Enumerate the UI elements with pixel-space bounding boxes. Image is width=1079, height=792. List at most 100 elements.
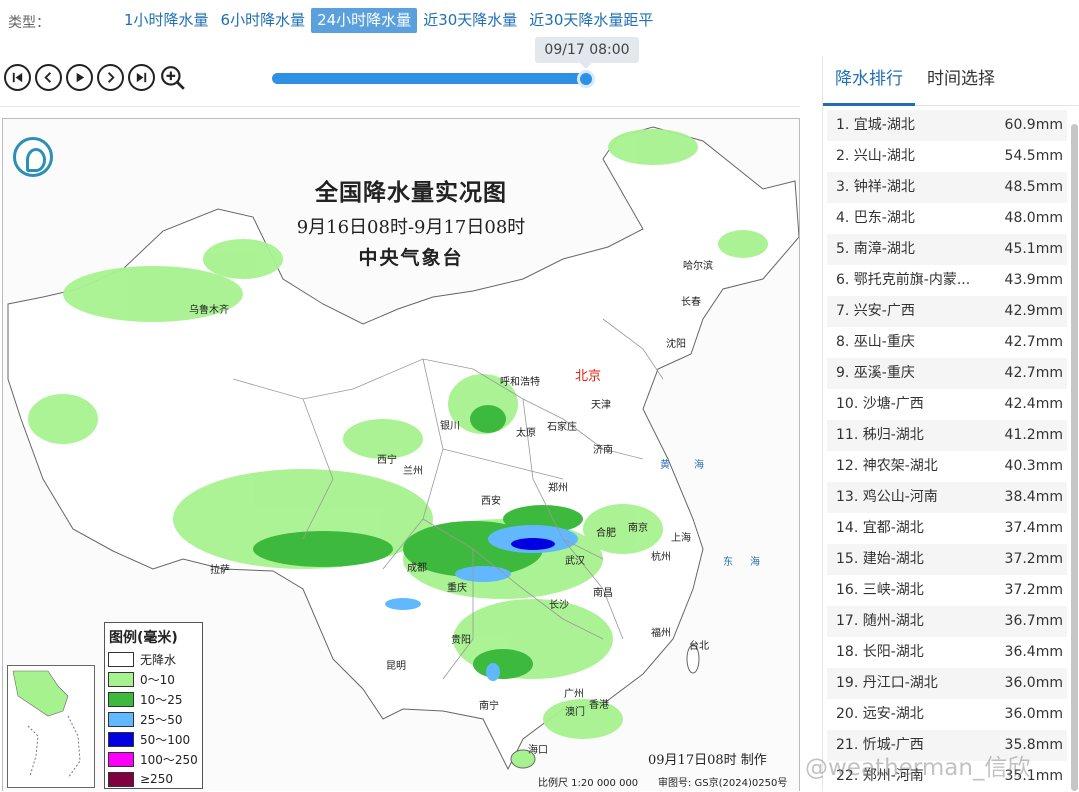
station-name: 20. 远安-湖北 — [836, 706, 924, 722]
ranking-row[interactable]: 6. 鄂托克前旗-内蒙... 43.9mm — [827, 265, 1067, 296]
map-title-block: 全国降水量实况图 9月16日08时-9月17日08时 中央气象台 — [283, 173, 539, 270]
ranking-row[interactable]: 7. 兴安-广西 42.9mm — [827, 296, 1067, 327]
cma-logo-icon — [13, 137, 53, 177]
ranking-row[interactable]: 14. 宜都-湖北 37.4mm — [827, 513, 1067, 544]
precip-value: 48.5mm — [1004, 179, 1063, 195]
legend-item: 0～10 — [105, 669, 202, 689]
play-icon[interactable] — [66, 64, 93, 91]
previous-icon[interactable] — [35, 64, 62, 91]
city-label: 拉萨 — [210, 565, 230, 576]
ranking-row[interactable]: 15. 建始-湖北 37.2mm — [827, 544, 1067, 575]
map-title: 全国降水量实况图 — [315, 179, 507, 206]
city-label: 哈尔滨 — [683, 261, 713, 272]
sea-label: 海 — [694, 460, 704, 471]
precip-value: 36.0mm — [1004, 706, 1063, 722]
city-label: 上海 — [671, 533, 691, 544]
ranking-row[interactable]: 20. 远安-湖北 36.0mm — [827, 699, 1067, 730]
ranking-row[interactable]: 18. 长阳-湖北 36.4mm — [827, 637, 1067, 668]
tab-precip-ranking[interactable]: 降水排行 — [823, 56, 915, 106]
legend-swatch — [108, 691, 134, 707]
station-name: 1. 宜城-湖北 — [836, 117, 915, 133]
ranking-row[interactable]: 11. 秭归-湖北 41.2mm — [827, 420, 1067, 451]
precip-value: 42.7mm — [1004, 365, 1063, 381]
precip-value: 36.4mm — [1004, 644, 1063, 660]
station-name: 18. 长阳-湖北 — [836, 644, 924, 660]
legend-item: 100～250 — [105, 749, 202, 769]
tab-1h-precip[interactable]: 1小时降水量 — [118, 8, 215, 33]
legend-item: 无降水 — [105, 649, 202, 669]
station-name: 12. 神农架-湖北 — [836, 458, 938, 474]
city-label: 南宁 — [479, 701, 499, 712]
made-note: 09月17日08时 制作 — [648, 753, 767, 768]
timeline-handle[interactable] — [577, 70, 595, 88]
next-icon[interactable] — [97, 64, 124, 91]
ranking-row[interactable]: 12. 神农架-湖北 40.3mm — [827, 451, 1067, 482]
zoom-in-icon[interactable] — [159, 64, 186, 91]
precip-value: 48.0mm — [1004, 210, 1063, 226]
type-bar: 类型： 1小时降水量 6小时降水量 24小时降水量 近30天降水量 近30天降水… — [0, 0, 1079, 42]
city-label: 呼和浩特 — [500, 377, 540, 388]
station-name: 13. 鸡公山-河南 — [836, 489, 938, 505]
city-label: 西宁 — [377, 455, 397, 466]
timeline-slider[interactable] — [272, 73, 588, 84]
station-name: 7. 兴安-广西 — [836, 303, 915, 319]
city-label: 广州 — [564, 689, 584, 700]
city-label: 杭州 — [651, 552, 671, 563]
watermark: @weatherman_信欣 — [805, 755, 1031, 781]
ranking-scrollbar[interactable] — [1071, 124, 1078, 791]
legend-label: ≥250 — [140, 772, 173, 786]
station-name: 5. 南漳-湖北 — [836, 241, 915, 257]
city-label: 成都 — [407, 563, 427, 574]
ranking-row[interactable]: 3. 钟祥-湖北 48.5mm — [827, 172, 1067, 203]
ranking-row[interactable]: 2. 兴山-湖北 54.5mm — [827, 141, 1067, 172]
ranking-row[interactable]: 13. 鸡公山-河南 38.4mm — [827, 482, 1067, 513]
precip-value: 37.2mm — [1004, 582, 1063, 598]
ranking-row[interactable]: 10. 沙塘-广西 42.4mm — [827, 389, 1067, 420]
tab-24h-precip[interactable]: 24小时降水量 — [311, 8, 418, 33]
ranking-row[interactable]: 16. 三峡-湖北 37.2mm — [827, 575, 1067, 606]
station-name: 2. 兴山-湖北 — [836, 148, 915, 164]
station-name: 14. 宜都-湖北 — [836, 520, 924, 536]
tab-30d-anomaly[interactable]: 近30天降水量距平 — [523, 8, 659, 33]
legend-swatch — [108, 711, 134, 727]
ranking-row[interactable]: 17. 随州-湖北 36.7mm — [827, 606, 1067, 637]
tab-6h-precip[interactable]: 6小时降水量 — [215, 8, 312, 33]
city-label: 昆明 — [386, 661, 406, 672]
station-name: 17. 随州-湖北 — [836, 613, 924, 629]
tab-30d-precip[interactable]: 近30天降水量 — [417, 8, 523, 33]
ranking-row[interactable]: 1. 宜城-湖北 60.9mm — [827, 110, 1067, 141]
city-label: 贵阳 — [451, 635, 471, 646]
precip-value: 37.2mm — [1004, 551, 1063, 567]
city-label: 济南 — [593, 445, 613, 456]
precip-value: 42.9mm — [1004, 303, 1063, 319]
ranking-row[interactable]: 8. 巫山-重庆 42.7mm — [827, 327, 1067, 358]
panel-tabs: 降水排行 时间选择 — [823, 56, 1079, 106]
city-label: 兰州 — [403, 466, 423, 477]
first-frame-icon[interactable] — [4, 64, 31, 91]
ranking-row[interactable]: 19. 丹江口-湖北 36.0mm — [827, 668, 1067, 699]
city-label: 海口 — [528, 745, 548, 756]
legend-label: 10～25 — [140, 692, 183, 707]
south-china-sea-inset — [7, 665, 95, 788]
tab-time-select[interactable]: 时间选择 — [915, 56, 1007, 106]
precip-value: 37.4mm — [1004, 520, 1063, 536]
precip-value: 42.4mm — [1004, 396, 1063, 412]
type-tabs: 1小时降水量 6小时降水量 24小时降水量 近30天降水量 近30天降水量距平 — [118, 8, 659, 33]
last-frame-icon[interactable] — [128, 64, 155, 91]
ranking-row[interactable]: 9. 巫溪-重庆 42.7mm — [827, 358, 1067, 389]
ranking-row[interactable]: 4. 巴东-湖北 48.0mm — [827, 203, 1067, 234]
legend-item: 50～100 — [105, 729, 202, 749]
city-label: 南昌 — [593, 588, 613, 599]
station-name: 10. 沙塘-广西 — [836, 396, 924, 412]
city-label: 合肥 — [596, 528, 616, 539]
station-name: 15. 建始-湖北 — [836, 551, 924, 567]
ranking-row[interactable]: 5. 南漳-湖北 45.1mm — [827, 234, 1067, 265]
city-label: 西安 — [481, 496, 501, 507]
legend-swatch — [108, 751, 134, 767]
city-label: 澳门 — [565, 707, 585, 718]
legend-swatch — [108, 771, 134, 787]
city-label: 沈阳 — [666, 339, 686, 350]
map-legend: 图例(毫米) 无降水 0～10 10～25 25～50 50～100 100～2… — [104, 622, 203, 789]
precipitation-map[interactable]: 全国降水量实况图 9月16日08时-9月17日08时 中央气象台 北京 乌鲁木齐… — [2, 118, 800, 791]
precip-value: 43.9mm — [1004, 272, 1063, 288]
